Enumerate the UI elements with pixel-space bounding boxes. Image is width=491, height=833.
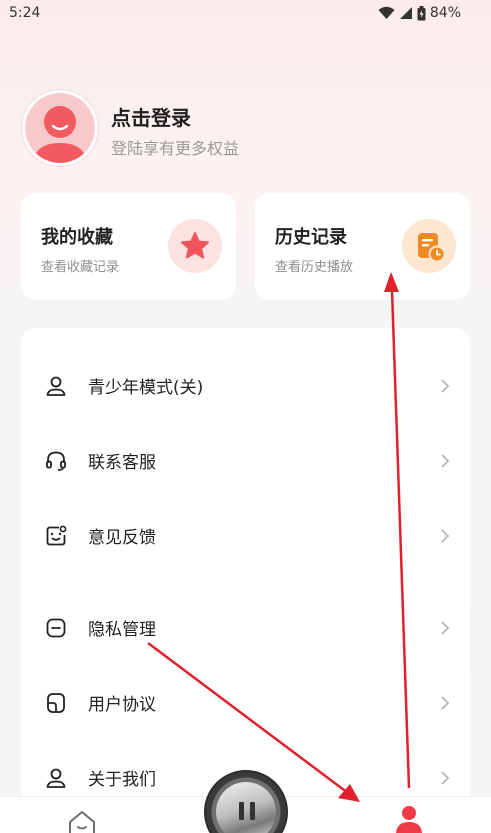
menu-item-privacy[interactable]: 隐私管理 xyxy=(21,603,470,653)
battery-icon xyxy=(417,5,426,20)
chevron-right-icon xyxy=(441,454,450,468)
profile-icon[interactable] xyxy=(394,803,424,833)
status-bar: 5:24 84% xyxy=(0,0,491,28)
avatar[interactable] xyxy=(22,90,98,166)
login-title[interactable]: 点击登录 xyxy=(111,102,191,131)
about-us-icon xyxy=(46,768,66,788)
status-icons: 84% xyxy=(378,5,461,21)
battery-percent: 84% xyxy=(429,5,461,21)
chevron-right-icon xyxy=(441,621,450,635)
status-time: 5:24 xyxy=(9,5,41,21)
menu-item-youth-mode[interactable]: 青少年模式(关) xyxy=(21,361,470,411)
chevron-right-icon xyxy=(441,529,450,543)
menu-item-label: 意见反馈 xyxy=(88,528,156,548)
star-icon xyxy=(181,232,209,259)
history-card[interactable]: 历史记录 查看历史播放 xyxy=(255,193,470,300)
history-icon-bg xyxy=(402,219,456,273)
settings-list: 青少年模式(关) 联系客服 意见反馈 隐私管理 用户协议 关于我们 xyxy=(21,328,470,808)
youth-mode-icon xyxy=(46,376,66,396)
chevron-right-icon xyxy=(441,379,450,393)
user-agreement-icon xyxy=(47,693,65,713)
login-subtitle: 登陆享有更多权益 xyxy=(111,139,240,158)
favorites-icon-bg xyxy=(168,219,222,273)
favorites-card-title: 我的收藏 xyxy=(41,227,113,248)
history-card-title: 历史记录 xyxy=(275,227,347,248)
pause-icon[interactable] xyxy=(239,802,255,820)
cellular-signal-icon xyxy=(399,7,412,19)
history-clock-icon xyxy=(418,233,446,263)
menu-item-label: 用户协议 xyxy=(88,695,156,715)
menu-item-label: 联系客服 xyxy=(88,453,156,473)
privacy-icon xyxy=(46,618,66,638)
wifi-icon xyxy=(378,6,395,19)
menu-item-feedback[interactable]: 意见反馈 xyxy=(21,511,470,561)
history-card-subtitle: 查看历史播放 xyxy=(275,260,354,275)
menu-item-label: 青少年模式(关) xyxy=(88,378,204,398)
favorites-card-subtitle: 查看收藏记录 xyxy=(41,260,120,275)
headset-icon xyxy=(46,451,66,471)
chevron-right-icon xyxy=(441,771,450,785)
chevron-right-icon xyxy=(441,696,450,710)
favorites-card[interactable]: 我的收藏 查看收藏记录 xyxy=(21,193,236,300)
menu-item-label: 隐私管理 xyxy=(88,620,156,640)
menu-item-user-agreement[interactable]: 用户协议 xyxy=(21,678,470,728)
menu-item-contact-support[interactable]: 联系客服 xyxy=(21,436,470,486)
default-avatar-icon xyxy=(33,106,87,163)
home-icon[interactable] xyxy=(66,809,98,833)
menu-item-label: 关于我们 xyxy=(88,770,156,790)
feedback-icon xyxy=(46,525,67,546)
